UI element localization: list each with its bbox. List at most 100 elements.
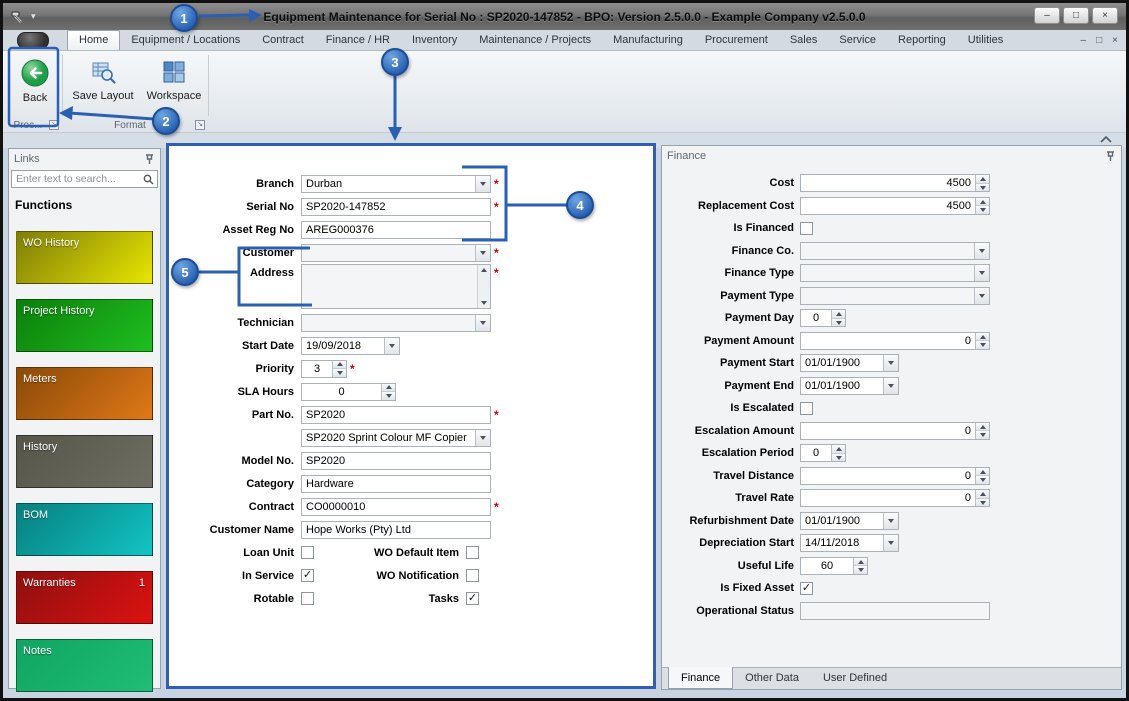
link-item-wo-history[interactable]: WO History <box>16 231 153 284</box>
checkbox-loan-unit[interactable] <box>301 546 314 559</box>
dropdown-icon[interactable] <box>974 287 989 304</box>
tab-maintenance-projects[interactable]: Maintenance / Projects <box>468 31 602 50</box>
memo-scroll-icons[interactable] <box>477 265 490 308</box>
dropdown-icon[interactable] <box>475 429 490 446</box>
tab-equipment-locations[interactable]: Equipment / Locations <box>120 31 251 50</box>
tab-inventory[interactable]: Inventory <box>401 31 468 50</box>
tab-utilities[interactable]: Utilities <box>957 31 1014 50</box>
checkbox-is-escalated[interactable] <box>800 401 813 415</box>
tab-reporting[interactable]: Reporting <box>887 31 957 50</box>
checkbox-wo-notification[interactable] <box>466 569 479 582</box>
payment-start-control[interactable]: 01/01/1900 <box>800 354 899 373</box>
minimize-button[interactable]: – <box>1034 7 1060 24</box>
checkbox-is-financed[interactable] <box>800 221 813 235</box>
dropdown-icon[interactable] <box>475 314 490 331</box>
checkbox-wo-default-item[interactable] <box>466 546 479 559</box>
payment-type-control[interactable] <box>800 286 990 305</box>
link-item-notes[interactable]: Notes <box>16 639 153 692</box>
part-no-control[interactable]: SP2020 <box>301 405 491 424</box>
checkbox-rotable[interactable] <box>301 592 314 605</box>
spinner-icons[interactable] <box>381 383 395 400</box>
refurbishment-date-control[interactable]: 01/01/1900 <box>800 511 899 530</box>
spinner-icons[interactable] <box>831 310 845 327</box>
dropdown-icon[interactable] <box>974 265 989 282</box>
dialog-launcher-icon[interactable]: ↘ <box>195 120 205 130</box>
tab-service[interactable]: Service <box>828 31 887 50</box>
dialog-launcher-icon[interactable]: ↘ <box>49 120 59 130</box>
save-layout-button[interactable]: Save Layout <box>69 55 137 105</box>
spinner-icons[interactable] <box>332 360 346 377</box>
address-control[interactable] <box>301 264 491 309</box>
customer-name-control[interactable]: Hope Works (Pty) Ltd <box>301 520 491 539</box>
spinner-icons[interactable] <box>975 175 989 192</box>
link-item-meters[interactable]: Meters <box>16 367 153 420</box>
link-item-warranties[interactable]: Warranties 1 <box>16 571 153 624</box>
finance-co-control[interactable] <box>800 241 990 260</box>
travel-rate-control[interactable]: 0 <box>800 489 990 508</box>
calendar-dropdown-icon[interactable] <box>883 535 898 552</box>
pin-icon[interactable] <box>144 153 155 165</box>
calendar-dropdown-icon[interactable] <box>883 377 898 394</box>
search-input[interactable] <box>11 170 158 188</box>
dropdown-icon[interactable] <box>974 242 989 259</box>
link-item-history[interactable]: History <box>16 435 153 488</box>
pin-icon[interactable] <box>1105 150 1116 162</box>
spinner-icons[interactable] <box>853 557 867 574</box>
serial-no-control[interactable]: SP2020-147852 <box>301 197 491 216</box>
mdi-close-icon[interactable]: × <box>1112 34 1118 47</box>
checkbox-tasks[interactable]: ✓ <box>466 592 479 605</box>
operational-status-control[interactable] <box>800 601 990 620</box>
asset-reg-no-control[interactable]: AREG000376 <box>301 220 491 239</box>
mdi-minimize-icon[interactable]: – <box>1081 34 1087 47</box>
escalation-period-control[interactable]: 0 <box>800 444 846 463</box>
useful-life-control[interactable]: 60 <box>800 556 868 575</box>
spinner-icons[interactable] <box>975 332 989 349</box>
tab-procurement[interactable]: Procurement <box>694 31 779 50</box>
model-no-control[interactable]: SP2020 <box>301 451 491 470</box>
spinner-icons[interactable] <box>831 445 845 462</box>
tab-other-data[interactable]: Other Data <box>733 668 811 689</box>
tab-finance[interactable]: Finance <box>668 667 734 689</box>
collapse-ribbon-icon[interactable] <box>1100 136 1112 143</box>
travel-distance-control[interactable]: 0 <box>800 466 990 485</box>
replacement-cost-control[interactable]: 4500 <box>800 196 990 215</box>
field-control[interactable]: SP2020 Sprint Colour MF Copier <box>301 428 491 447</box>
priority-control[interactable]: 3 <box>301 359 347 378</box>
branch-control[interactable]: Durban <box>301 174 491 193</box>
spinner-icons[interactable] <box>975 490 989 507</box>
tab-contract[interactable]: Contract <box>251 31 315 50</box>
application-menu-button[interactable] <box>17 32 49 49</box>
back-button[interactable]: Back <box>12 55 58 107</box>
start-date-control[interactable]: 19/09/2018 <box>301 336 400 355</box>
contract-control[interactable]: CO0000010 <box>301 497 491 516</box>
tab-home[interactable]: Home <box>67 30 121 50</box>
payment-amount-control[interactable]: 0 <box>800 331 990 350</box>
checkbox-is-fixed-asset[interactable]: ✓ <box>800 581 813 595</box>
technician-control[interactable] <box>301 313 491 332</box>
mdi-restore-icon[interactable]: □ <box>1096 34 1102 47</box>
spinner-icons[interactable] <box>975 422 989 439</box>
checkbox-in-service[interactable]: ✓ <box>301 569 314 582</box>
category-control[interactable]: Hardware <box>301 474 491 493</box>
depreciation-start-control[interactable]: 14/11/2018 <box>800 534 899 553</box>
tab-sales[interactable]: Sales <box>779 31 829 50</box>
spinner-icons[interactable] <box>975 197 989 214</box>
tab-manufacturing[interactable]: Manufacturing <box>602 31 694 50</box>
dropdown-icon[interactable] <box>475 175 490 192</box>
customer-control[interactable] <box>301 243 491 262</box>
link-item-project-history[interactable]: Project History <box>16 299 153 352</box>
payment-day-control[interactable]: 0 <box>800 309 846 328</box>
tab-user-defined[interactable]: User Defined <box>811 668 899 689</box>
payment-end-control[interactable]: 01/01/1900 <box>800 376 899 395</box>
close-button[interactable]: × <box>1092 7 1118 24</box>
calendar-dropdown-icon[interactable] <box>883 512 898 529</box>
workspace-button[interactable]: Workspace <box>143 55 205 105</box>
spinner-icons[interactable] <box>975 467 989 484</box>
escalation-amount-control[interactable]: 0 <box>800 421 990 440</box>
maximize-button[interactable]: □ <box>1063 7 1089 24</box>
calendar-dropdown-icon[interactable] <box>384 337 399 354</box>
cost-control[interactable]: 4500 <box>800 174 990 193</box>
finance-type-control[interactable] <box>800 264 990 283</box>
calendar-dropdown-icon[interactable] <box>883 355 898 372</box>
link-item-bom[interactable]: BOM <box>16 503 153 556</box>
